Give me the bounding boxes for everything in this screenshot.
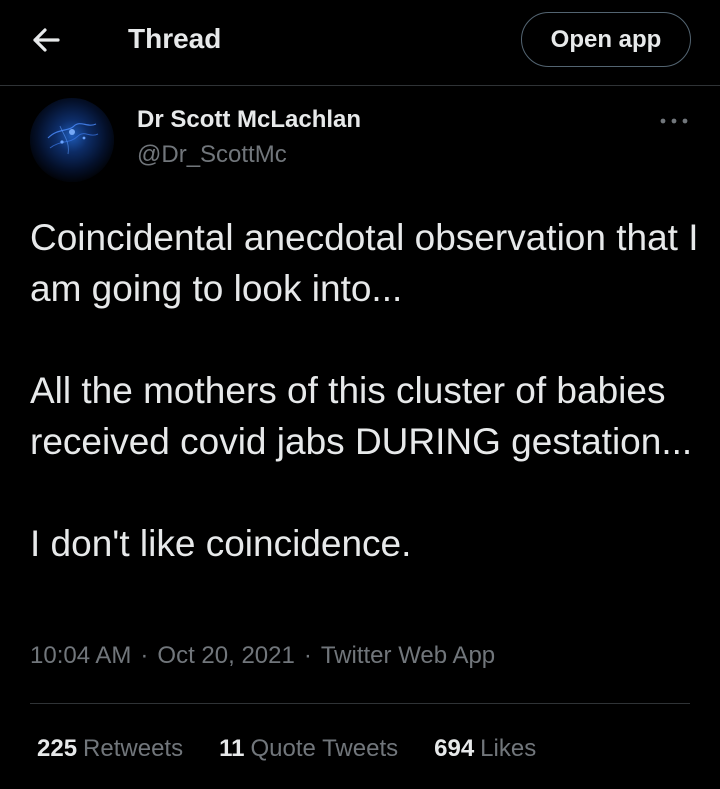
- author-name[interactable]: Dr Scott McLachlan: [137, 104, 361, 136]
- engagement-stats: 225 Retweets 11 Quote Tweets 694 Likes: [37, 732, 572, 766]
- tweet-paragraph: I don't like coincidence.: [30, 523, 412, 564]
- meta-separator: ·: [303, 642, 312, 669]
- divider: [30, 703, 690, 704]
- stat-count: 11: [219, 735, 245, 762]
- page-title: Thread: [128, 23, 222, 54]
- top-bar: Thread Open app: [0, 0, 720, 86]
- tweet-paragraph: All the mothers of this cluster of babie…: [30, 370, 693, 462]
- more-options-button[interactable]: [654, 106, 694, 136]
- likes-stat[interactable]: 694 Likes: [434, 732, 536, 766]
- open-app-button[interactable]: Open app: [521, 12, 691, 67]
- tweet-source[interactable]: Twitter Web App: [321, 642, 495, 669]
- author-handle[interactable]: @Dr_ScottMc: [137, 139, 287, 171]
- stat-count: 225: [37, 735, 78, 762]
- back-button[interactable]: [22, 18, 70, 62]
- meta-separator: ·: [140, 642, 149, 669]
- quote-tweets-stat[interactable]: 11 Quote Tweets: [219, 732, 398, 766]
- tweet-text: Coincidental anecdotal observation that …: [30, 212, 700, 569]
- stat-label: Likes: [480, 735, 537, 762]
- tweet-metadata: 10:04 AM · Oct 20, 2021 · Twitter Web App: [30, 639, 495, 673]
- more-horizontal-icon: [660, 118, 688, 124]
- arrow-left-icon: [33, 28, 60, 52]
- tweet-time[interactable]: 10:04 AM: [30, 642, 131, 669]
- retweets-stat[interactable]: 225 Retweets: [37, 732, 183, 766]
- avatar[interactable]: [30, 98, 114, 182]
- avatar-image: [30, 98, 114, 182]
- stat-label: Retweets: [83, 735, 184, 762]
- stat-label: Quote Tweets: [250, 735, 399, 762]
- tweet-paragraph: Coincidental anecdotal observation that …: [30, 217, 699, 309]
- stat-count: 694: [434, 735, 475, 762]
- tweet-date[interactable]: Oct 20, 2021: [157, 642, 294, 669]
